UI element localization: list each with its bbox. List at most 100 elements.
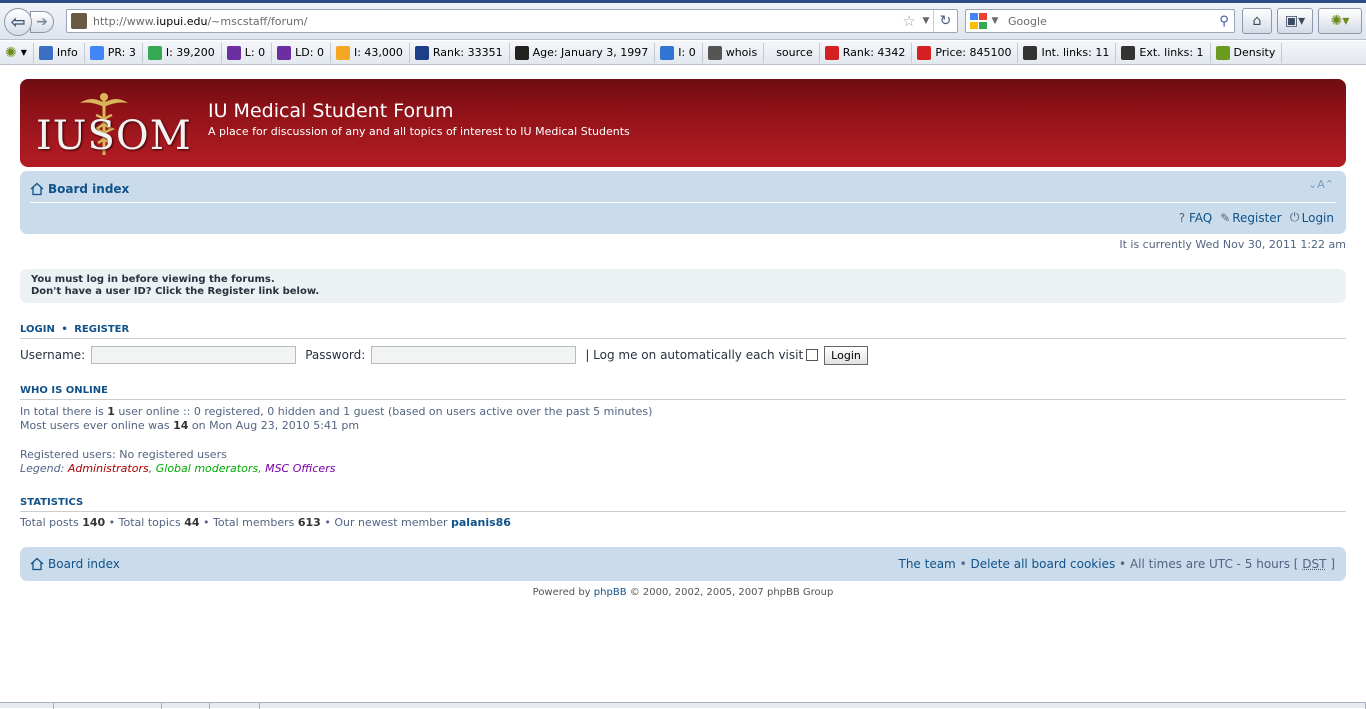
seo-item-6[interactable]: I: 43,000 bbox=[331, 43, 410, 63]
seo-item-1[interactable]: Info bbox=[34, 43, 85, 63]
login-heading-link[interactable]: LOGIN bbox=[20, 324, 55, 335]
seo-item-13[interactable]: Price: 845100 bbox=[912, 43, 1018, 63]
search-icon[interactable]: ⚲ bbox=[1214, 14, 1234, 29]
delete-cookies-link[interactable]: Delete all board cookies bbox=[970, 557, 1115, 571]
site-logo[interactable]: IUSOM bbox=[32, 87, 182, 159]
site-title: IU Medical Student Forum bbox=[208, 100, 453, 122]
phpbb-link[interactable]: phpBB bbox=[594, 587, 627, 598]
newest-member-link[interactable]: palanis86 bbox=[451, 516, 511, 529]
seo-item-label: whois bbox=[726, 46, 758, 59]
seo-item-15[interactable]: Ext. links: 1 bbox=[1116, 43, 1210, 63]
bing-icon bbox=[336, 46, 350, 60]
google-engine-icon[interactable] bbox=[970, 13, 988, 29]
timezone-prefix: All times are UTC - 5 hours [ bbox=[1130, 557, 1299, 571]
forward-button[interactable]: ➔ bbox=[30, 11, 54, 33]
home-button[interactable]: ⌂ bbox=[1242, 8, 1272, 34]
status-segment bbox=[162, 703, 210, 709]
seo-item-label: Rank: 4342 bbox=[843, 46, 906, 59]
login-notice: You must log in before viewing the forum… bbox=[20, 269, 1346, 303]
members-label: Total members bbox=[213, 516, 294, 529]
login-section-heading: LOGIN • REGISTER bbox=[20, 324, 1346, 339]
seo-item-7[interactable]: Rank: 33351 bbox=[410, 43, 510, 63]
footer-breadcrumb[interactable]: Board index bbox=[30, 557, 120, 571]
google-icon bbox=[90, 46, 104, 60]
reload-icon[interactable]: ↻ bbox=[933, 10, 957, 32]
seo-item-label: source bbox=[776, 46, 813, 59]
site-favicon-icon bbox=[71, 13, 87, 29]
hand-pointer-icon bbox=[1023, 46, 1037, 60]
font-resize-label: A bbox=[1317, 178, 1325, 191]
seo-menu-button[interactable]: ✺ ▼ bbox=[0, 43, 34, 63]
status-segment bbox=[0, 703, 54, 709]
seo-item-5[interactable]: LD: 0 bbox=[272, 43, 331, 63]
back-arrow-icon: ⇦ bbox=[10, 12, 25, 33]
seo-item-2[interactable]: PR: 3 bbox=[85, 43, 143, 63]
register-icon: ✎ bbox=[1218, 211, 1232, 225]
seo-item-9[interactable]: I: 0 bbox=[655, 43, 702, 63]
newest-member-label: Our newest member bbox=[334, 516, 447, 529]
statistics-line: Total posts 140 • Total topics 44 • Tota… bbox=[20, 516, 511, 530]
seo-item-12[interactable]: Rank: 4342 bbox=[820, 43, 913, 63]
font-resize-control[interactable]: ⌄A⌃ bbox=[1308, 178, 1334, 191]
logo-text: IUSOM bbox=[36, 113, 192, 159]
seoquake-gear-icon: ✺ bbox=[5, 45, 17, 61]
breadcrumb[interactable]: Board index bbox=[30, 182, 129, 196]
seo-item-8[interactable]: Age: January 3, 1997 bbox=[510, 43, 656, 63]
board-index-link[interactable]: Board index bbox=[48, 182, 129, 196]
seo-item-10[interactable]: whois bbox=[703, 43, 765, 63]
username-label: Username: bbox=[20, 348, 85, 362]
seo-item-11[interactable]: source bbox=[764, 43, 820, 63]
username-field[interactable] bbox=[91, 346, 296, 364]
back-button[interactable]: ⇦ bbox=[4, 8, 32, 36]
online-total-suffix: user online :: 0 registered, 0 hidden an… bbox=[118, 405, 652, 418]
login-submit-button[interactable]: Login bbox=[824, 346, 868, 365]
status-segment bbox=[210, 703, 260, 709]
status-segment bbox=[54, 703, 162, 709]
forward-arrow-icon: ➔ bbox=[36, 14, 48, 30]
engine-dropdown-icon[interactable]: ▼ bbox=[988, 16, 1002, 26]
search-bar[interactable]: ▼ Google ⚲ bbox=[965, 9, 1235, 33]
topics-count: 44 bbox=[184, 516, 199, 529]
browser-nav-bar: ➔ ⇦ http://www.iupui.edu/~mscstaff/forum… bbox=[0, 0, 1366, 40]
seo-item-label: Info bbox=[57, 46, 78, 59]
seo-item-4[interactable]: L: 0 bbox=[222, 43, 272, 63]
power-icon: ⏻ bbox=[1288, 210, 1302, 225]
addon-button[interactable]: ✺▾ bbox=[1318, 8, 1362, 34]
faq-label: FAQ bbox=[1189, 211, 1212, 225]
bookmark-star-icon[interactable]: ☆ bbox=[899, 12, 919, 30]
legend-global-moderators-link[interactable]: Global moderators bbox=[156, 462, 258, 475]
posts-label: Total posts bbox=[20, 516, 79, 529]
autologin-checkbox[interactable] bbox=[806, 349, 818, 361]
online-most-count: 14 bbox=[173, 419, 188, 432]
autologin-label: | Log me on automatically each visit bbox=[585, 348, 803, 362]
login-link[interactable]: ⏻ Login bbox=[1288, 210, 1334, 225]
search-input[interactable]: Google bbox=[1002, 15, 1214, 28]
footer-links: The team • Delete all board cookies • Al… bbox=[898, 557, 1335, 571]
url-host: iupui.edu bbox=[156, 15, 207, 28]
posts-count: 140 bbox=[82, 516, 105, 529]
url-dropdown-icon[interactable]: ▼ bbox=[919, 16, 933, 26]
seo-item-3[interactable]: I: 39,200 bbox=[143, 43, 222, 63]
legend-administrators-link[interactable]: Administrators bbox=[68, 462, 149, 475]
online-total-prefix: In total there is bbox=[20, 405, 104, 418]
register-heading-link[interactable]: REGISTER bbox=[74, 324, 129, 335]
password-field[interactable] bbox=[371, 346, 576, 364]
login-label: Login bbox=[1302, 211, 1334, 225]
fingerprint-icon bbox=[708, 46, 722, 60]
register-link[interactable]: ✎ Register bbox=[1218, 211, 1281, 225]
current-time: It is currently Wed Nov 30, 2011 1:22 am bbox=[1119, 238, 1346, 251]
status-bar bbox=[0, 702, 1366, 708]
legend-msc-officers-link[interactable]: MSC Officers bbox=[265, 462, 335, 475]
seo-item-16[interactable]: Density bbox=[1211, 43, 1283, 63]
yahoo-icon bbox=[227, 46, 241, 60]
footer-board-index-link[interactable]: Board index bbox=[48, 557, 120, 571]
the-team-link[interactable]: The team bbox=[898, 557, 955, 571]
url-text[interactable]: http://www.iupui.edu/~mscstaff/forum/ bbox=[93, 15, 899, 28]
hand-pointer-icon bbox=[1121, 46, 1135, 60]
footer-navbar: Board index The team • Delete all board … bbox=[20, 547, 1346, 581]
seo-item-14[interactable]: Int. links: 11 bbox=[1018, 43, 1116, 63]
faq-link[interactable]: ? FAQ bbox=[1175, 211, 1212, 225]
bookmarks-button[interactable]: ▣▾ bbox=[1277, 8, 1313, 34]
seo-item-label: L: 0 bbox=[245, 46, 265, 59]
url-bar[interactable]: http://www.iupui.edu/~mscstaff/forum/ ☆ … bbox=[66, 9, 958, 33]
